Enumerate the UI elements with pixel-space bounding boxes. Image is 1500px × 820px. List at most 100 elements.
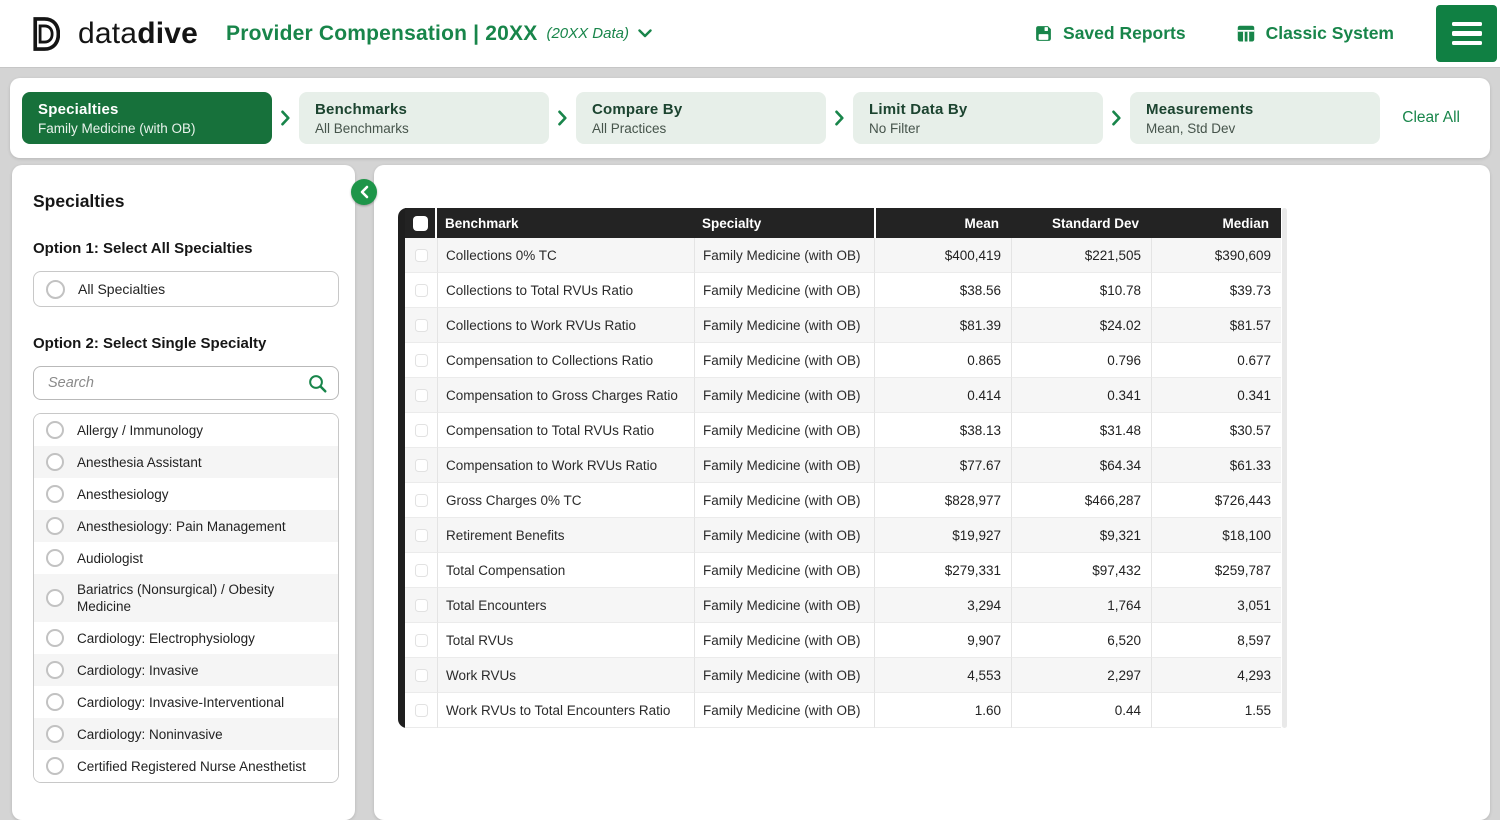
saved-reports-link[interactable]: Saved Reports: [1034, 23, 1186, 44]
specialty-option[interactable]: Bariatrics (Nonsurgical) / Obesity Medic…: [34, 574, 338, 622]
step-value: No Filter: [869, 121, 1087, 136]
table-row: Compensation to Total RVUs RatioFamily M…: [405, 413, 1281, 448]
step-limit-data-by[interactable]: Limit Data ByNo Filter: [853, 92, 1103, 144]
radio-icon[interactable]: [46, 517, 64, 535]
cell-mean: $81.39: [874, 308, 1011, 343]
row-checkbox[interactable]: [405, 658, 437, 693]
clear-all-link[interactable]: Clear All: [1402, 109, 1460, 127]
row-checkbox[interactable]: [405, 378, 437, 413]
hamburger-icon: [1452, 22, 1482, 27]
filter-stepbar: SpecialtiesFamily Medicine (with OB) Benc…: [10, 78, 1490, 158]
step-specialties[interactable]: SpecialtiesFamily Medicine (with OB): [22, 92, 272, 144]
cell-mean: 0.414: [874, 378, 1011, 413]
radio-icon[interactable]: [46, 421, 64, 439]
cell-standard-dev: 0.341: [1011, 378, 1151, 413]
step-value: All Practices: [592, 121, 810, 136]
row-checkbox[interactable]: [405, 343, 437, 378]
cell-median: $259,787: [1151, 553, 1281, 588]
cell-specialty: Family Medicine (with OB): [694, 588, 874, 623]
row-checkbox[interactable]: [405, 518, 437, 553]
cell-benchmark: Total Encounters: [437, 588, 694, 623]
specialty-option-label: Allergy / Immunology: [77, 422, 203, 439]
row-checkbox[interactable]: [405, 693, 437, 728]
table-row: Compensation to Work RVUs RatioFamily Me…: [405, 448, 1281, 483]
specialty-option-label: Anesthesiology: Pain Management: [77, 518, 286, 535]
cell-mean: $77.67: [874, 448, 1011, 483]
cell-mean: $19,927: [874, 518, 1011, 553]
row-checkbox[interactable]: [405, 238, 437, 273]
row-checkbox[interactable]: [405, 553, 437, 588]
app-logo[interactable]: datadive: [32, 16, 198, 52]
table-row: Total CompensationFamily Medicine (with …: [405, 553, 1281, 588]
row-checkbox[interactable]: [405, 623, 437, 658]
radio-icon[interactable]: [46, 453, 64, 471]
specialty-option[interactable]: Allergy / Immunology: [34, 414, 338, 446]
specialty-option[interactable]: Audiologist: [34, 542, 338, 574]
cell-mean: 9,907: [874, 623, 1011, 658]
radio-icon[interactable]: [46, 280, 65, 299]
radio-icon[interactable]: [46, 485, 64, 503]
cell-benchmark: Gross Charges 0% TC: [437, 483, 694, 518]
header-links: Saved Reports Classic System: [1034, 23, 1394, 44]
cell-median: $61.33: [1151, 448, 1281, 483]
row-checkbox[interactable]: [405, 588, 437, 623]
row-checkbox[interactable]: [405, 308, 437, 343]
step-benchmarks[interactable]: BenchmarksAll Benchmarks: [299, 92, 549, 144]
radio-icon[interactable]: [46, 757, 64, 775]
specialty-option[interactable]: Anesthesia Assistant: [34, 446, 338, 478]
cell-standard-dev: 6,520: [1011, 623, 1151, 658]
step-measurements[interactable]: MeasurementsMean, Std Dev: [1130, 92, 1380, 144]
specialty-search[interactable]: [33, 366, 339, 400]
cell-standard-dev: $9,321: [1011, 518, 1151, 553]
cell-benchmark: Collections to Work RVUs Ratio: [437, 308, 694, 343]
page-title-note: (20XX Data): [546, 25, 629, 42]
search-icon[interactable]: [307, 373, 328, 394]
cell-mean: $38.56: [874, 273, 1011, 308]
cell-median: $81.57: [1151, 308, 1281, 343]
step-compare-by[interactable]: Compare By All Practices: [576, 92, 826, 144]
table-scrollbar[interactable]: [1282, 208, 1287, 728]
sidebar-collapse-button[interactable]: [351, 179, 377, 205]
cell-specialty: Family Medicine (with OB): [694, 378, 874, 413]
logo-wordmark: datadive: [78, 17, 198, 51]
table-row: Compensation to Gross Charges RatioFamil…: [405, 378, 1281, 413]
select-all-checkbox[interactable]: [405, 208, 437, 238]
benchmark-table: BenchmarkSpecialtyMeanStandard DevMedian…: [398, 208, 1281, 728]
radio-icon[interactable]: [46, 589, 64, 607]
radio-icon[interactable]: [46, 725, 64, 743]
specialty-option[interactable]: Anesthesiology: [34, 478, 338, 510]
table-row: Gross Charges 0% TCFamily Medicine (with…: [405, 483, 1281, 518]
app-header: datadive Provider Compensation | 20XX (2…: [0, 0, 1500, 68]
cell-median: $39.73: [1151, 273, 1281, 308]
specialty-option[interactable]: Cardiology: Invasive: [34, 654, 338, 686]
specialty-option[interactable]: Anesthesiology: Pain Management: [34, 510, 338, 542]
radio-icon[interactable]: [46, 629, 64, 647]
menu-button[interactable]: [1436, 5, 1497, 62]
report-title-dropdown[interactable]: Provider Compensation | 20XX (20XX Data): [226, 22, 652, 46]
row-checkbox[interactable]: [405, 483, 437, 518]
cell-median: $726,443: [1151, 483, 1281, 518]
radio-icon[interactable]: [46, 661, 64, 679]
all-specialties-option[interactable]: All Specialties: [33, 271, 339, 307]
specialty-option[interactable]: Cardiology: Invasive-Interventional: [34, 686, 338, 718]
row-checkbox[interactable]: [405, 448, 437, 483]
specialty-option[interactable]: Cardiology: Noninvasive: [34, 718, 338, 750]
cell-specialty: Family Medicine (with OB): [694, 623, 874, 658]
search-input[interactable]: [46, 374, 307, 392]
cell-specialty: Family Medicine (with OB): [694, 308, 874, 343]
cell-standard-dev: $221,505: [1011, 238, 1151, 273]
datadive-logo-icon: [32, 16, 60, 52]
specialty-option-label: Anesthesiology: [77, 486, 169, 503]
row-checkbox[interactable]: [405, 273, 437, 308]
step-label: Compare By: [592, 101, 810, 118]
all-specialties-label: All Specialties: [78, 281, 165, 297]
table-row: Work RVUsFamily Medicine (with OB)4,5532…: [405, 658, 1281, 693]
radio-icon[interactable]: [46, 693, 64, 711]
cell-median: 0.341: [1151, 378, 1281, 413]
classic-system-link[interactable]: Classic System: [1236, 23, 1394, 44]
specialty-option[interactable]: Certified Registered Nurse Anesthetist: [34, 750, 338, 782]
cell-benchmark: Compensation to Total RVUs Ratio: [437, 413, 694, 448]
radio-icon[interactable]: [46, 549, 64, 567]
specialty-option[interactable]: Cardiology: Electrophysiology: [34, 622, 338, 654]
row-checkbox[interactable]: [405, 413, 437, 448]
